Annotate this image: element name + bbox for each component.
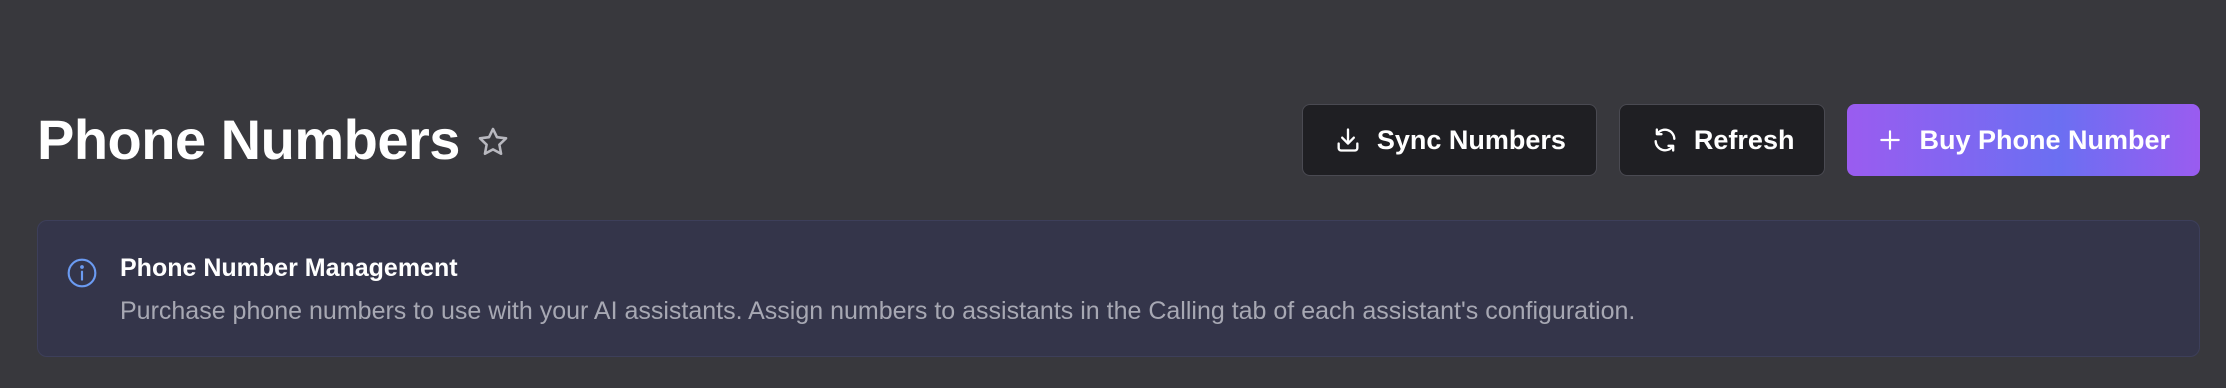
title-group: Phone Numbers <box>37 112 512 168</box>
refresh-button[interactable]: Refresh <box>1618 104 1826 176</box>
refresh-label: Refresh <box>1693 124 1795 155</box>
info-banner-description: Purchase phone numbers to use with your … <box>120 297 1636 325</box>
page-title: Phone Numbers <box>37 108 460 171</box>
sync-numbers-label: Sync Numbers <box>1376 124 1566 155</box>
download-icon <box>1333 125 1363 155</box>
info-banner: Phone Number Management Purchase phone n… <box>37 220 2200 357</box>
plus-icon <box>1875 125 1905 155</box>
sync-numbers-button[interactable]: Sync Numbers <box>1301 104 1597 176</box>
buy-phone-number-button[interactable]: Buy Phone Number <box>1847 104 2200 176</box>
info-banner-text: Phone Number Management Purchase phone n… <box>120 253 1635 326</box>
info-icon <box>66 257 98 289</box>
favorite-button[interactable] <box>474 123 512 161</box>
phone-numbers-page: Phone Numbers Sync Numbers Refresh Buy P… <box>0 0 2226 388</box>
star-icon <box>478 127 508 156</box>
header-actions: Sync Numbers Refresh Buy Phone Number <box>1301 104 2200 176</box>
page-header: Phone Numbers Sync Numbers Refresh Buy P… <box>37 100 2200 180</box>
refresh-icon <box>1650 125 1680 155</box>
buy-phone-number-label: Buy Phone Number <box>1919 124 2170 155</box>
info-banner-title: Phone Number Management <box>120 254 458 282</box>
